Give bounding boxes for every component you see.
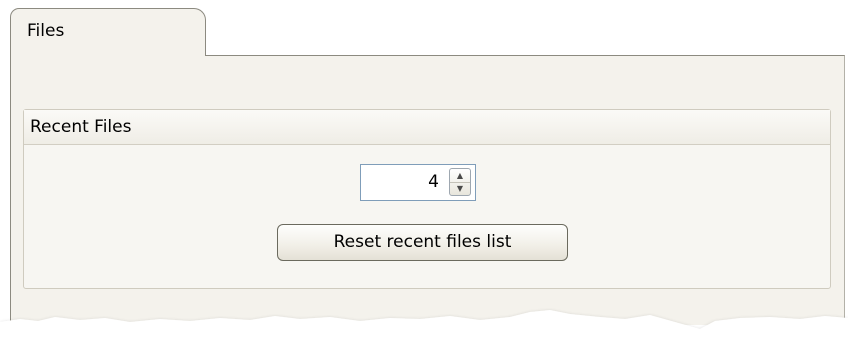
recent-files-group-header: Recent Files [24,110,830,145]
files-panel: Recent Files 4 ▲ ▼ Reset recent files li… [10,55,845,325]
stepper-down-arrow-icon[interactable]: ▼ [450,182,470,195]
stepper-up-arrow-icon[interactable]: ▲ [450,169,470,183]
group-title: Recent Files [30,117,132,137]
recent-files-count-stepper[interactable]: 4 ▲ ▼ [360,164,476,201]
tab-files-label: Files [27,21,65,41]
recent-files-count-value[interactable]: 4 [428,172,439,192]
tab-files[interactable]: Files [10,8,206,56]
torn-paper-edge [0,310,848,345]
stepper-buttons: ▲ ▼ [449,168,471,196]
reset-recent-files-button[interactable]: Reset recent files list [277,224,568,261]
